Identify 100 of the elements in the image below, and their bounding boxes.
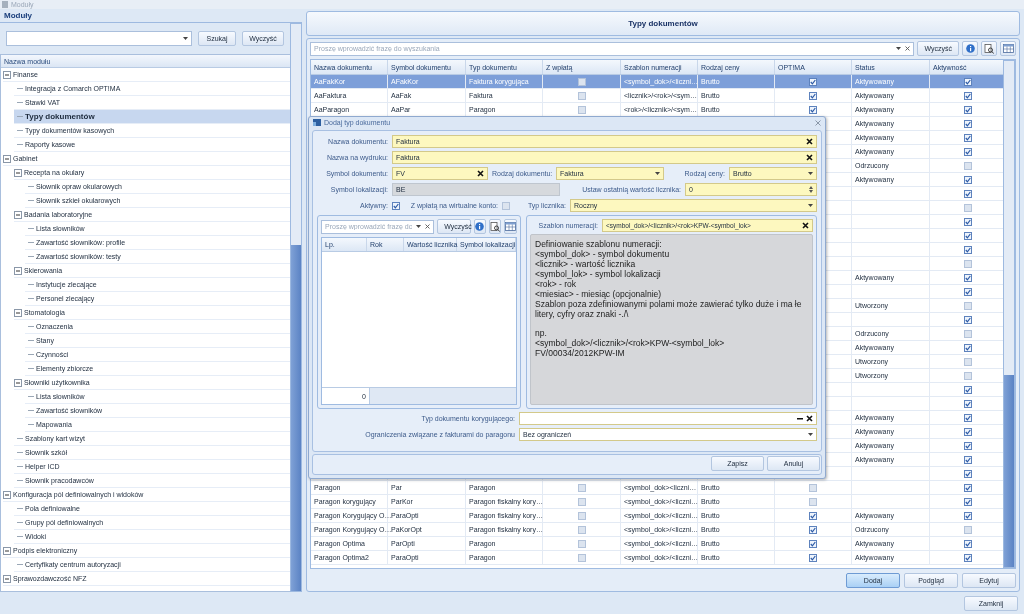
clear-icon[interactable] [806, 415, 813, 422]
scrollbar[interactable] [1003, 60, 1015, 568]
checkbox[interactable] [964, 399, 972, 408]
help-text: Szablon poza zdefiniowanymi polami może zawierać tylko duże i ma łe litery, cyfry oraz znaki -./\ [535, 299, 803, 319]
checkbox[interactable] [809, 525, 817, 534]
checkbox[interactable] [964, 91, 972, 100]
checkbox[interactable] [964, 287, 972, 296]
checkbox[interactable] [964, 147, 972, 156]
columns-button[interactable] [504, 219, 517, 234]
info-button[interactable] [962, 41, 978, 56]
help-text: Definiowanie szablonu numeracji: [535, 239, 663, 249]
checkbox[interactable] [964, 413, 972, 422]
checkbox[interactable] [577, 539, 586, 548]
help-text: <symbol_dok>/<licznik>/<rok>KPW-<symbol_lok> [535, 338, 726, 348]
checkbox[interactable] [577, 77, 586, 86]
checkbox[interactable] [577, 525, 586, 534]
checkbox[interactable] [809, 511, 817, 520]
collapse-icon[interactable] [14, 308, 22, 317]
checkbox[interactable] [964, 539, 972, 548]
caret-icon[interactable] [896, 47, 902, 50]
collapse-icon[interactable] [14, 378, 22, 387]
checkbox[interactable] [964, 231, 972, 240]
checkbox[interactable] [964, 161, 972, 170]
caret-icon[interactable] [808, 433, 813, 436]
checkbox[interactable] [392, 201, 400, 210]
app-icon [2, 1, 8, 8]
collapse-icon[interactable] [14, 210, 22, 219]
checkbox[interactable] [964, 315, 972, 324]
lookup-field[interactable] [519, 412, 817, 425]
checkbox[interactable] [964, 357, 972, 366]
help-text: <rok> - rok [535, 279, 578, 289]
tree-item[interactable]: Typy dokumentów [14, 110, 290, 124]
scrollbar[interactable] [290, 23, 302, 592]
checkbox[interactable] [964, 175, 972, 184]
checkbox[interactable] [809, 497, 817, 506]
collapse-icon[interactable] [3, 154, 11, 163]
checkbox[interactable] [577, 483, 586, 492]
checkbox[interactable] [964, 273, 972, 282]
info-button[interactable] [473, 219, 486, 234]
caret-icon[interactable] [808, 172, 813, 175]
caret-icon[interactable] [655, 172, 660, 175]
checkbox[interactable] [964, 455, 972, 464]
checkbox[interactable] [964, 77, 972, 86]
checkbox[interactable] [964, 301, 972, 310]
checkbox[interactable] [964, 483, 972, 492]
caret-icon[interactable] [808, 204, 813, 207]
clear-icon[interactable] [477, 170, 484, 177]
checkbox[interactable] [809, 539, 817, 548]
checkbox[interactable] [964, 189, 972, 198]
checkbox[interactable] [964, 259, 972, 268]
spinner-icon[interactable] [809, 186, 813, 193]
checkbox[interactable] [964, 385, 972, 394]
clear-icon[interactable] [425, 224, 431, 229]
help-text: <symbol_dok> - symbol dokumentu [535, 249, 671, 259]
collapse-icon[interactable] [3, 546, 11, 555]
checkbox[interactable] [577, 91, 586, 100]
collapse-icon[interactable] [3, 574, 11, 583]
group-title: Moduły [3, 11, 33, 22]
checkbox[interactable] [809, 77, 817, 86]
checkbox[interactable] [964, 441, 972, 450]
collapse-icon[interactable] [14, 266, 22, 275]
checkbox[interactable] [809, 483, 817, 492]
checkbox[interactable] [577, 105, 586, 114]
checkbox[interactable] [964, 119, 972, 128]
checkbox[interactable] [964, 133, 972, 142]
checkbox[interactable] [964, 511, 972, 520]
checkbox[interactable] [502, 201, 510, 210]
checkbox[interactable] [964, 525, 972, 534]
checkbox[interactable] [577, 511, 586, 520]
checkbox[interactable] [964, 497, 972, 506]
checkbox[interactable] [964, 329, 972, 338]
checkbox[interactable] [964, 343, 972, 352]
document-search-button[interactable] [488, 219, 501, 234]
collapse-icon[interactable] [3, 70, 11, 79]
checkbox[interactable] [809, 105, 817, 114]
collapse-icon[interactable] [3, 490, 11, 499]
checkbox[interactable] [809, 91, 817, 100]
columns-button[interactable] [1000, 41, 1016, 56]
checkbox[interactable] [964, 203, 972, 212]
help-text: <licznik> - wartość licznika [535, 259, 637, 269]
clear-icon[interactable] [806, 138, 813, 145]
collapse-icon[interactable] [14, 168, 22, 177]
checkbox[interactable] [964, 371, 972, 380]
checkbox[interactable] [964, 105, 972, 114]
caret-icon[interactable] [416, 225, 422, 228]
checkbox[interactable] [809, 553, 817, 562]
checkbox[interactable] [964, 469, 972, 478]
help-text: np. [535, 328, 548, 338]
minus-icon[interactable] [797, 417, 803, 420]
checkbox[interactable] [577, 553, 586, 562]
checkbox[interactable] [964, 553, 972, 562]
checkbox[interactable] [964, 427, 972, 436]
clear-icon[interactable] [806, 154, 813, 161]
checkbox[interactable] [964, 217, 972, 226]
checkbox[interactable] [964, 245, 972, 254]
caret-icon[interactable] [183, 37, 188, 40]
clear-icon[interactable] [905, 46, 911, 51]
clear-icon[interactable] [802, 222, 809, 229]
document-search-button[interactable] [981, 41, 997, 56]
checkbox[interactable] [577, 497, 586, 506]
